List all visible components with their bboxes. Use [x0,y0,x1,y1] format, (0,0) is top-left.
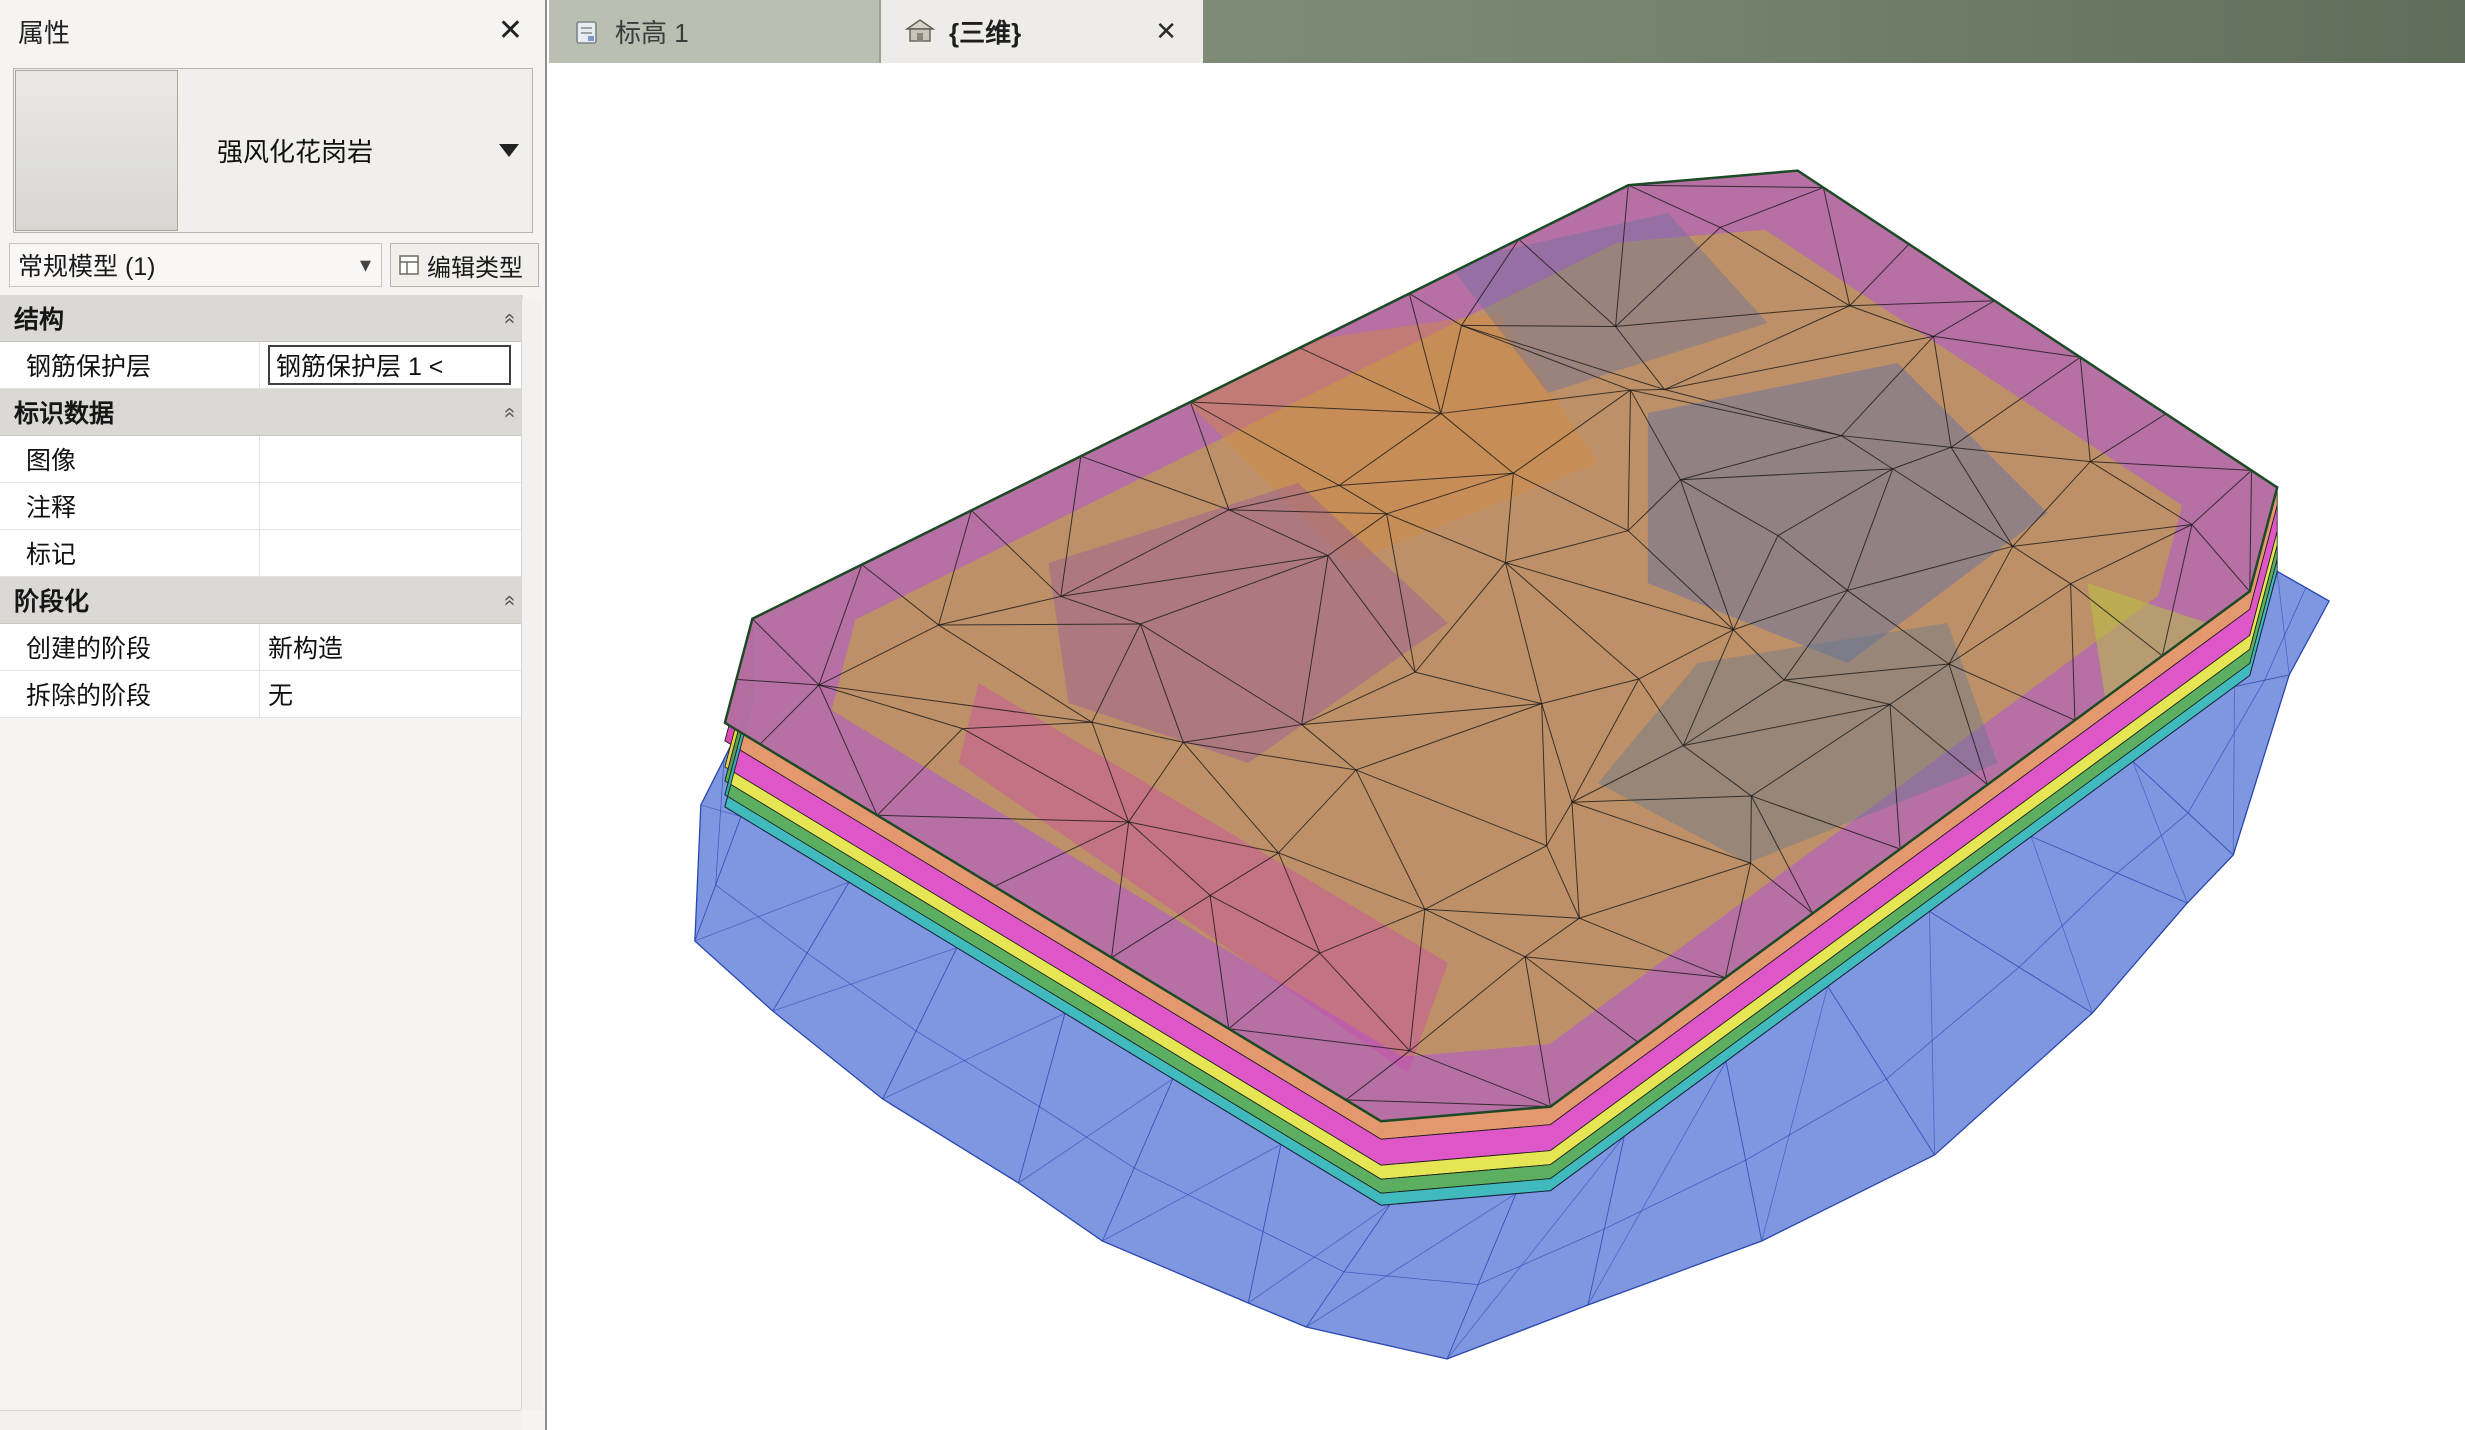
property-label: 注释 [0,483,260,529]
house-icon [905,17,935,47]
tab-label: 标高 1 [615,13,689,50]
property-value-cell[interactable] [260,436,523,482]
terrain-mesh-model[interactable] [549,63,2465,1430]
property-label: 图像 [0,436,260,482]
sheet-icon [573,18,601,46]
edit-type-icon [397,253,421,277]
property-label: 标记 [0,530,260,576]
property-value-cell[interactable] [260,483,523,529]
section-label: 标识数据 [14,394,114,430]
type-selector-dropdown-icon[interactable] [486,69,532,232]
section-label: 结构 [14,300,64,336]
properties-panel-close-button[interactable]: ✕ [494,16,527,46]
edit-type-button[interactable]: 编辑类型 [390,243,539,287]
3d-viewport[interactable] [549,63,2465,1430]
section-header-phasing[interactable]: 阶段化 « [0,577,523,624]
tab-3d-view[interactable]: {三维} ✕ [881,0,1203,63]
property-label: 创建的阶段 [0,624,260,670]
type-preview-thumbnail [15,70,178,231]
property-value-cell[interactable]: 钢筋保护层 1 < [260,342,523,388]
table-row: 标记 [0,530,523,577]
instance-bar: 常规模型 (1) ▾ 编辑类型 [9,242,539,288]
revit-window: 属性 ✕ 强风化花岗岩 常规模型 (1) ▾ 编辑类型 结构 « [0,0,2465,1430]
type-name-label: 强风化花岗岩 [179,69,486,232]
section-header-structure[interactable]: 结构 « [0,295,523,342]
chevron-down-icon: ▾ [360,252,371,278]
filter-combobox[interactable]: 常规模型 (1) ▾ [9,243,382,287]
rebar-cover-value-field[interactable]: 钢筋保护层 1 < [268,345,511,385]
collapse-icon[interactable]: « [498,594,521,605]
property-label: 拆除的阶段 [0,671,260,717]
section-header-identity-data[interactable]: 标识数据 « [0,389,523,436]
vertical-scrollbar[interactable] [521,299,543,1410]
tab-level-1[interactable]: 标高 1 [549,0,881,63]
table-row: 注释 [0,483,523,530]
properties-panel-header: 属性 ✕ [0,0,545,62]
properties-panel-title: 属性 [18,13,70,50]
property-grid: 结构 « 钢筋保护层 钢筋保护层 1 < 标识数据 « 图像 注释 [0,295,523,718]
type-selector[interactable]: 强风化花岗岩 [13,68,533,233]
collapse-icon[interactable]: « [498,312,521,323]
tab-label: {三维} [949,13,1021,50]
horizontal-scrollbar[interactable] [0,1410,521,1430]
filter-combobox-label: 常规模型 (1) [18,247,156,283]
properties-panel: 属性 ✕ 强风化花岗岩 常规模型 (1) ▾ 编辑类型 结构 « [0,0,547,1430]
table-row: 图像 [0,436,523,483]
edit-type-label: 编辑类型 [427,248,523,283]
table-row: 创建的阶段 新构造 [0,624,523,671]
property-label: 钢筋保护层 [0,342,260,388]
section-label: 阶段化 [14,582,89,618]
property-value-cell[interactable]: 新构造 [260,624,523,670]
collapse-icon[interactable]: « [498,406,521,417]
tab-close-button[interactable]: ✕ [1153,16,1179,47]
view-tab-bar: 标高 1 {三维} ✕ [549,0,2465,63]
table-row: 拆除的阶段 无 [0,671,523,718]
property-value-cell[interactable] [260,530,523,576]
property-value-cell[interactable]: 无 [260,671,523,717]
table-row: 钢筋保护层 钢筋保护层 1 < [0,342,523,389]
